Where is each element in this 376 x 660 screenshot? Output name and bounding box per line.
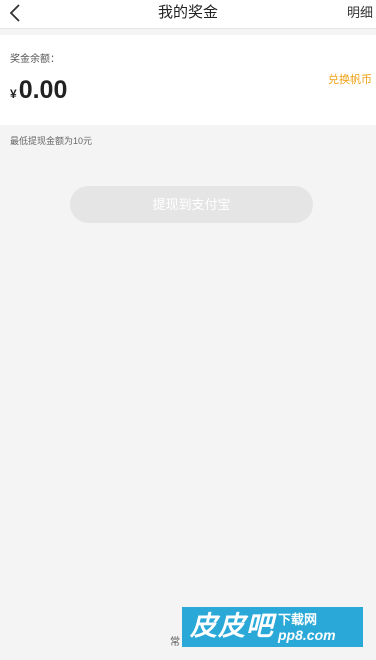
footer-text: 常: [170, 637, 180, 648]
min-withdraw-note: 最低提现金额为10元: [10, 136, 93, 146]
amount-value: 0.00: [18, 76, 68, 104]
withdraw-to-alipay-button[interactable]: 提现到支付宝: [70, 186, 313, 223]
watermark-domain: pp8.com: [278, 626, 336, 643]
watermark-right: 下载网 pp8.com: [278, 612, 336, 643]
balance-card: 奖金余额： ¥ 0.00 兑换帆币: [0, 35, 376, 125]
watermark-brand: 皮皮吧: [190, 611, 274, 642]
currency-symbol: ¥: [10, 87, 17, 101]
exchange-coins-link[interactable]: 兑换帆币: [328, 72, 372, 88]
nav-bar: 我的奖金 明细: [0, 0, 376, 29]
balance-amount: ¥ 0.00: [10, 75, 67, 105]
detail-link[interactable]: 明细: [347, 4, 373, 22]
balance-label: 奖金余额：: [10, 54, 60, 65]
page-title: 我的奖金: [157, 4, 218, 21]
watermark-sub: 下载网: [278, 611, 318, 627]
watermark-logo: 皮皮吧 下载网 pp8.com: [182, 607, 363, 647]
